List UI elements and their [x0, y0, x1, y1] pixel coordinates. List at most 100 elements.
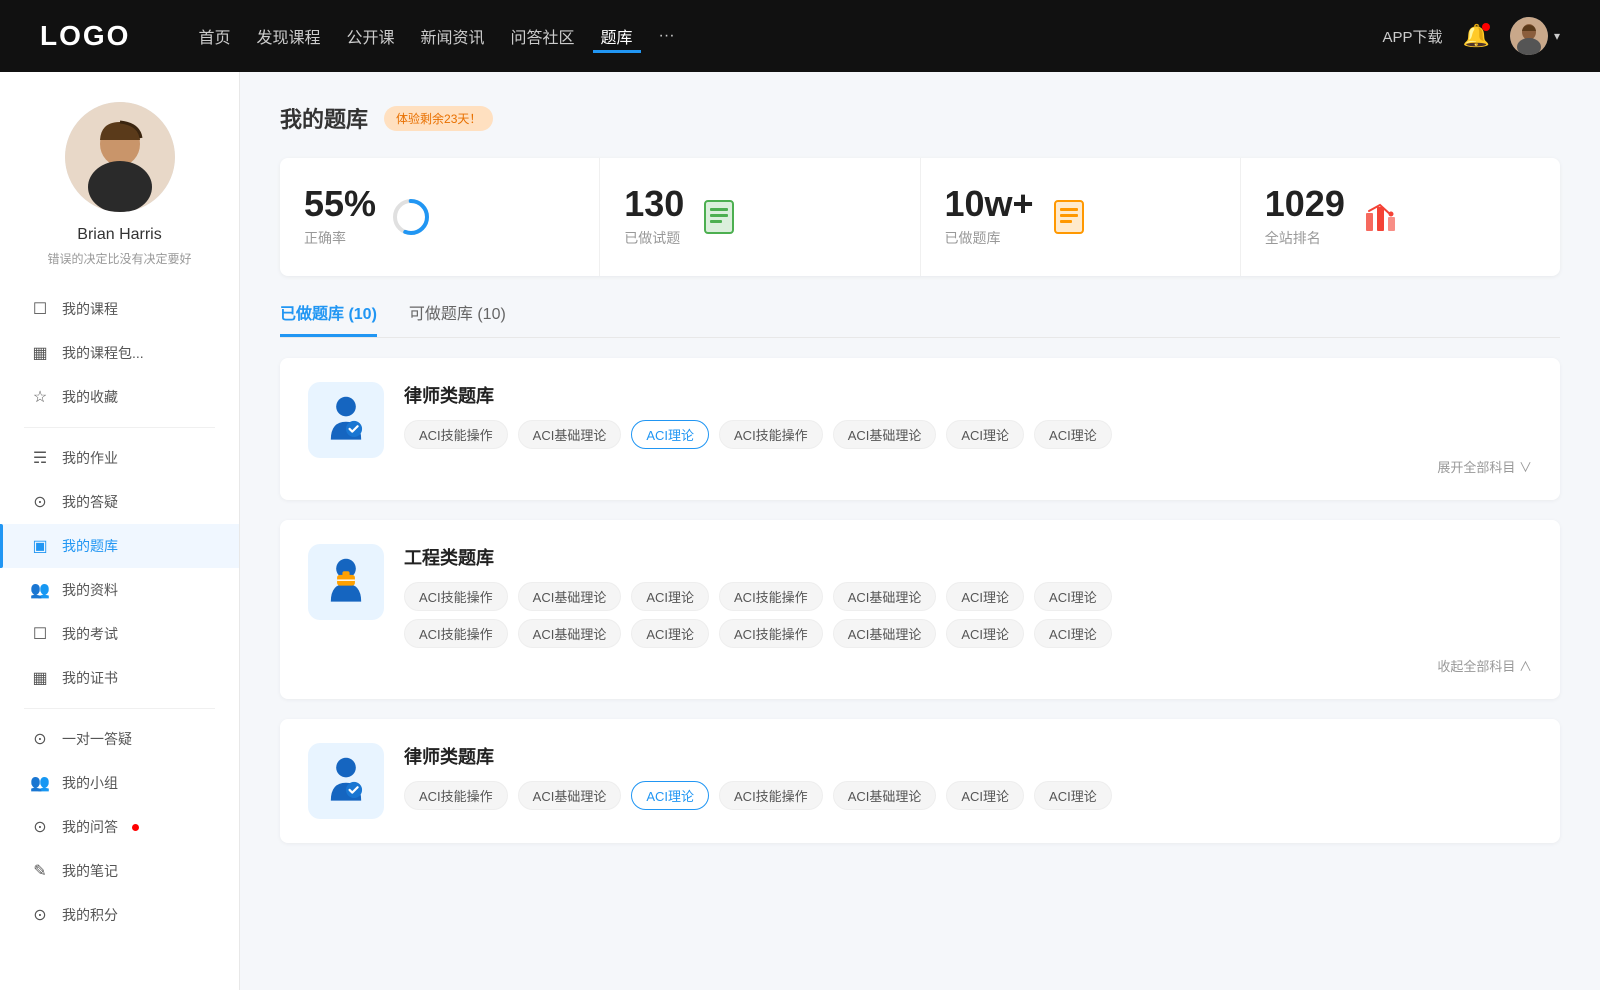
points-icon: ⊙	[30, 905, 50, 925]
stat-done-questions-text: 130 已做试题	[624, 186, 684, 248]
bank-icon-engineer	[308, 544, 384, 620]
done-banks-icon	[1048, 196, 1090, 238]
bank-card-1-tags: ACI技能操作 ACI基础理论 ACI理论 ACI技能操作 ACI基础理论 AC…	[404, 420, 1532, 449]
tabs-row: 已做题库 (10) 可做题库 (10)	[280, 300, 1560, 338]
sidebar-item-notes[interactable]: ✎ 我的笔记	[0, 849, 239, 893]
stat-rank: 1029 全站排名	[1241, 158, 1560, 276]
eng-tag-4[interactable]: ACI基础理论	[833, 582, 937, 611]
nav-discover[interactable]: 发现课程	[248, 20, 328, 52]
eng-tag-5[interactable]: ACI理论	[946, 582, 1024, 611]
nav-home[interactable]: 首页	[190, 20, 238, 52]
law2-tag-2[interactable]: ACI理论	[631, 781, 709, 810]
main-nav: 首页 发现课程 公开课 新闻资讯 问答社区 题库 ···	[190, 20, 682, 53]
sidebar-item-exam[interactable]: ☐ 我的考试	[0, 612, 239, 656]
course-icon: ☐	[30, 299, 50, 319]
stat-accuracy-text: 55% 正确率	[304, 186, 376, 248]
bank-card-1: 律师类题库 ACI技能操作 ACI基础理论 ACI理论 ACI技能操作 ACI基…	[280, 358, 1560, 500]
tag-5[interactable]: ACI理论	[946, 420, 1024, 449]
rank-label: 全站排名	[1265, 228, 1345, 248]
stat-accuracy: 55% 正确率	[280, 158, 600, 276]
bank-icon-lawyer-2	[308, 743, 384, 819]
profile-name: Brian Harris	[77, 226, 161, 244]
sidebar-item-mycourse[interactable]: ☐ 我的课程	[0, 287, 239, 331]
sidebar-item-profile[interactable]: 👥 我的资料	[0, 568, 239, 612]
group-icon: 👥	[30, 773, 50, 793]
accuracy-value: 55%	[304, 186, 376, 222]
law2-tag-3[interactable]: ACI技能操作	[719, 781, 823, 810]
notification-badge	[1482, 23, 1490, 31]
sidebar-item-1on1[interactable]: ⊙ 一对一答疑	[0, 717, 239, 761]
tab-available-banks[interactable]: 可做题库 (10)	[409, 300, 506, 337]
sidebar-item-certificate[interactable]: ▦ 我的证书	[0, 656, 239, 700]
eng-tag-11[interactable]: ACI基础理论	[833, 619, 937, 648]
sidebar-item-homework[interactable]: ☴ 我的作业	[0, 436, 239, 480]
sidebar-item-myqa[interactable]: ⊙ 我的问答	[0, 805, 239, 849]
bank-card-3: 律师类题库 ACI技能操作 ACI基础理论 ACI理论 ACI技能操作 ACI基…	[280, 719, 1560, 843]
tag-3[interactable]: ACI技能操作	[719, 420, 823, 449]
notification-bell[interactable]: 🔔	[1463, 23, 1490, 49]
nav-news[interactable]: 新闻资讯	[413, 20, 493, 52]
header: LOGO 首页 发现课程 公开课 新闻资讯 问答社区 题库 ··· APP下载 …	[0, 0, 1600, 72]
bank-card-1-body: 律师类题库 ACI技能操作 ACI基础理论 ACI理论 ACI技能操作 ACI基…	[404, 382, 1532, 476]
tag-0[interactable]: ACI技能操作	[404, 420, 508, 449]
law2-tag-6[interactable]: ACI理论	[1034, 781, 1112, 810]
avatar	[1510, 17, 1548, 55]
page-title-row: 我的题库 体验剩余23天！	[280, 102, 1560, 134]
accuracy-icon	[390, 196, 432, 238]
sidebar-item-coursepackage[interactable]: ▦ 我的课程包...	[0, 331, 239, 375]
app-download-btn[interactable]: APP下载	[1383, 26, 1443, 47]
tag-6[interactable]: ACI理论	[1034, 420, 1112, 449]
questionbank-icon: ▣	[30, 536, 50, 556]
eng-tag-0[interactable]: ACI技能操作	[404, 582, 508, 611]
tab-done-banks[interactable]: 已做题库 (10)	[280, 300, 377, 337]
myqa-icon: ⊙	[30, 817, 50, 837]
stat-done-banks-text: 10w+ 已做题库	[945, 186, 1034, 248]
eng-tag-1[interactable]: ACI基础理论	[518, 582, 622, 611]
eng-tag-7[interactable]: ACI技能操作	[404, 619, 508, 648]
tag-2[interactable]: ACI理论	[631, 420, 709, 449]
eng-tag-13[interactable]: ACI理论	[1034, 619, 1112, 648]
homework-icon: ☴	[30, 448, 50, 468]
stat-done-banks: 10w+ 已做题库	[921, 158, 1241, 276]
nav-open-course[interactable]: 公开课	[338, 20, 402, 52]
collapse-link-2[interactable]: 收起全部科目 ∧	[404, 656, 1532, 675]
eng-tag-12[interactable]: ACI理论	[946, 619, 1024, 648]
expand-link-1[interactable]: 展开全部科目 ∨	[404, 457, 1532, 476]
law2-tag-0[interactable]: ACI技能操作	[404, 781, 508, 810]
sidebar-item-qa[interactable]: ⊙ 我的答疑	[0, 480, 239, 524]
eng-tag-3[interactable]: ACI技能操作	[719, 582, 823, 611]
rank-value: 1029	[1265, 186, 1345, 222]
nav-qa[interactable]: 问答社区	[503, 20, 583, 52]
user-avatar-menu[interactable]: ▾	[1510, 17, 1560, 55]
bank-card-1-title: 律师类题库	[404, 382, 1532, 408]
sidebar: Brian Harris 错误的决定比没有决定要好 ☐ 我的课程 ▦ 我的课程包…	[0, 72, 240, 990]
tag-4[interactable]: ACI基础理论	[833, 420, 937, 449]
bank-card-3-tags: ACI技能操作 ACI基础理论 ACI理论 ACI技能操作 ACI基础理论 AC…	[404, 781, 1532, 810]
sidebar-item-points[interactable]: ⊙ 我的积分	[0, 893, 239, 937]
exam-icon: ☐	[30, 624, 50, 644]
nav-questionbank[interactable]: 题库	[593, 20, 641, 53]
eng-tag-6[interactable]: ACI理论	[1034, 582, 1112, 611]
bank-card-1-header: 律师类题库 ACI技能操作 ACI基础理论 ACI理论 ACI技能操作 ACI基…	[308, 382, 1532, 476]
sidebar-item-group[interactable]: 👥 我的小组	[0, 761, 239, 805]
law2-tag-5[interactable]: ACI理论	[946, 781, 1024, 810]
sidebar-item-favorites[interactable]: ☆ 我的收藏	[0, 375, 239, 419]
main-layout: Brian Harris 错误的决定比没有决定要好 ☐ 我的课程 ▦ 我的课程包…	[0, 72, 1600, 990]
eng-tag-8[interactable]: ACI基础理论	[518, 619, 622, 648]
divider-2	[24, 708, 215, 709]
eng-tag-9[interactable]: ACI理论	[631, 619, 709, 648]
eng-tag-2[interactable]: ACI理论	[631, 582, 709, 611]
law2-tag-1[interactable]: ACI基础理论	[518, 781, 622, 810]
trial-badge: 体验剩余23天！	[384, 106, 493, 131]
bank-card-3-body: 律师类题库 ACI技能操作 ACI基础理论 ACI理论 ACI技能操作 ACI基…	[404, 743, 1532, 818]
bank-icon-lawyer-1	[308, 382, 384, 458]
header-right: APP下载 🔔 ▾	[1383, 17, 1560, 55]
profile-motto: 错误的决定比没有决定要好	[47, 250, 191, 267]
eng-tag-10[interactable]: ACI技能操作	[719, 619, 823, 648]
law2-tag-4[interactable]: ACI基础理论	[833, 781, 937, 810]
qa-icon: ⊙	[30, 492, 50, 512]
sidebar-item-questionbank[interactable]: ▣ 我的题库	[0, 524, 239, 568]
tag-1[interactable]: ACI基础理论	[518, 420, 622, 449]
sidebar-menu: ☐ 我的课程 ▦ 我的课程包... ☆ 我的收藏 ☴ 我的作业 ⊙ 我的答疑 ▣	[0, 287, 239, 937]
nav-more[interactable]: ···	[651, 23, 683, 49]
